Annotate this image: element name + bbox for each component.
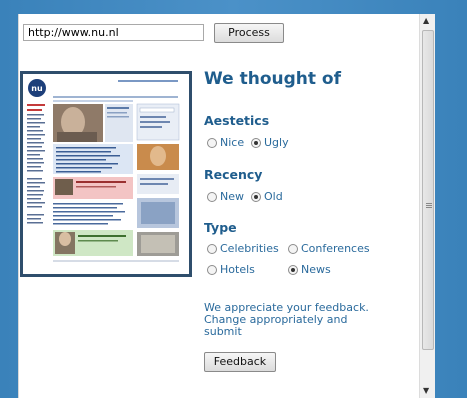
vertical-scrollbar[interactable]: ▲ ▼ [419, 14, 435, 398]
type-option-hotels[interactable]: Hotels [207, 263, 255, 276]
scroll-thumb[interactable] [422, 30, 434, 350]
website-thumbnail-image: nu [23, 74, 189, 274]
option-label: Nice [220, 136, 245, 149]
new-radio[interactable] [207, 191, 217, 202]
option-label: Conferences [301, 242, 370, 255]
option-label: Old [264, 190, 283, 203]
results-heading: We thought of [204, 69, 341, 89]
old-radio[interactable] [251, 191, 261, 202]
option-label: Celebrities [220, 242, 279, 255]
recency-option-new[interactable]: New [207, 190, 244, 203]
type-option-news[interactable]: News [288, 263, 331, 276]
scroll-up-arrow-icon[interactable]: ▲ [423, 16, 429, 25]
recency-option-old[interactable]: Old [251, 190, 283, 203]
scroll-grip-icon [426, 203, 432, 209]
feedback-message: We appreciate your feedback. Change appr… [204, 301, 369, 338]
aestetics-option-ugly[interactable]: Ugly [251, 136, 289, 149]
url-input[interactable]: http://www.nu.nl [23, 24, 204, 41]
type-option-celebrities[interactable]: Celebrities [207, 242, 279, 255]
scroll-down-arrow-icon[interactable]: ▼ [423, 386, 429, 395]
ugly-radio[interactable] [251, 137, 261, 148]
type-option-conferences[interactable]: Conferences [288, 242, 370, 255]
option-label: Ugly [264, 136, 289, 149]
option-label: News [301, 263, 331, 276]
aestetics-title: Aestetics [204, 113, 270, 128]
website-thumbnail: nu [20, 71, 192, 277]
feedback-button[interactable]: Feedback [204, 352, 276, 372]
process-button[interactable]: Process [214, 23, 284, 43]
nice-radio[interactable] [207, 137, 217, 148]
type-title: Type [204, 220, 237, 235]
option-label: Hotels [220, 263, 255, 276]
nu-logo: nu [31, 84, 43, 93]
aestetics-option-nice[interactable]: Nice [207, 136, 244, 149]
celebrities-radio[interactable] [207, 243, 217, 254]
news-radio[interactable] [288, 264, 298, 275]
option-label: New [220, 190, 244, 203]
hotels-radio[interactable] [207, 264, 217, 275]
recency-title: Recency [204, 167, 263, 182]
conferences-radio[interactable] [288, 243, 298, 254]
